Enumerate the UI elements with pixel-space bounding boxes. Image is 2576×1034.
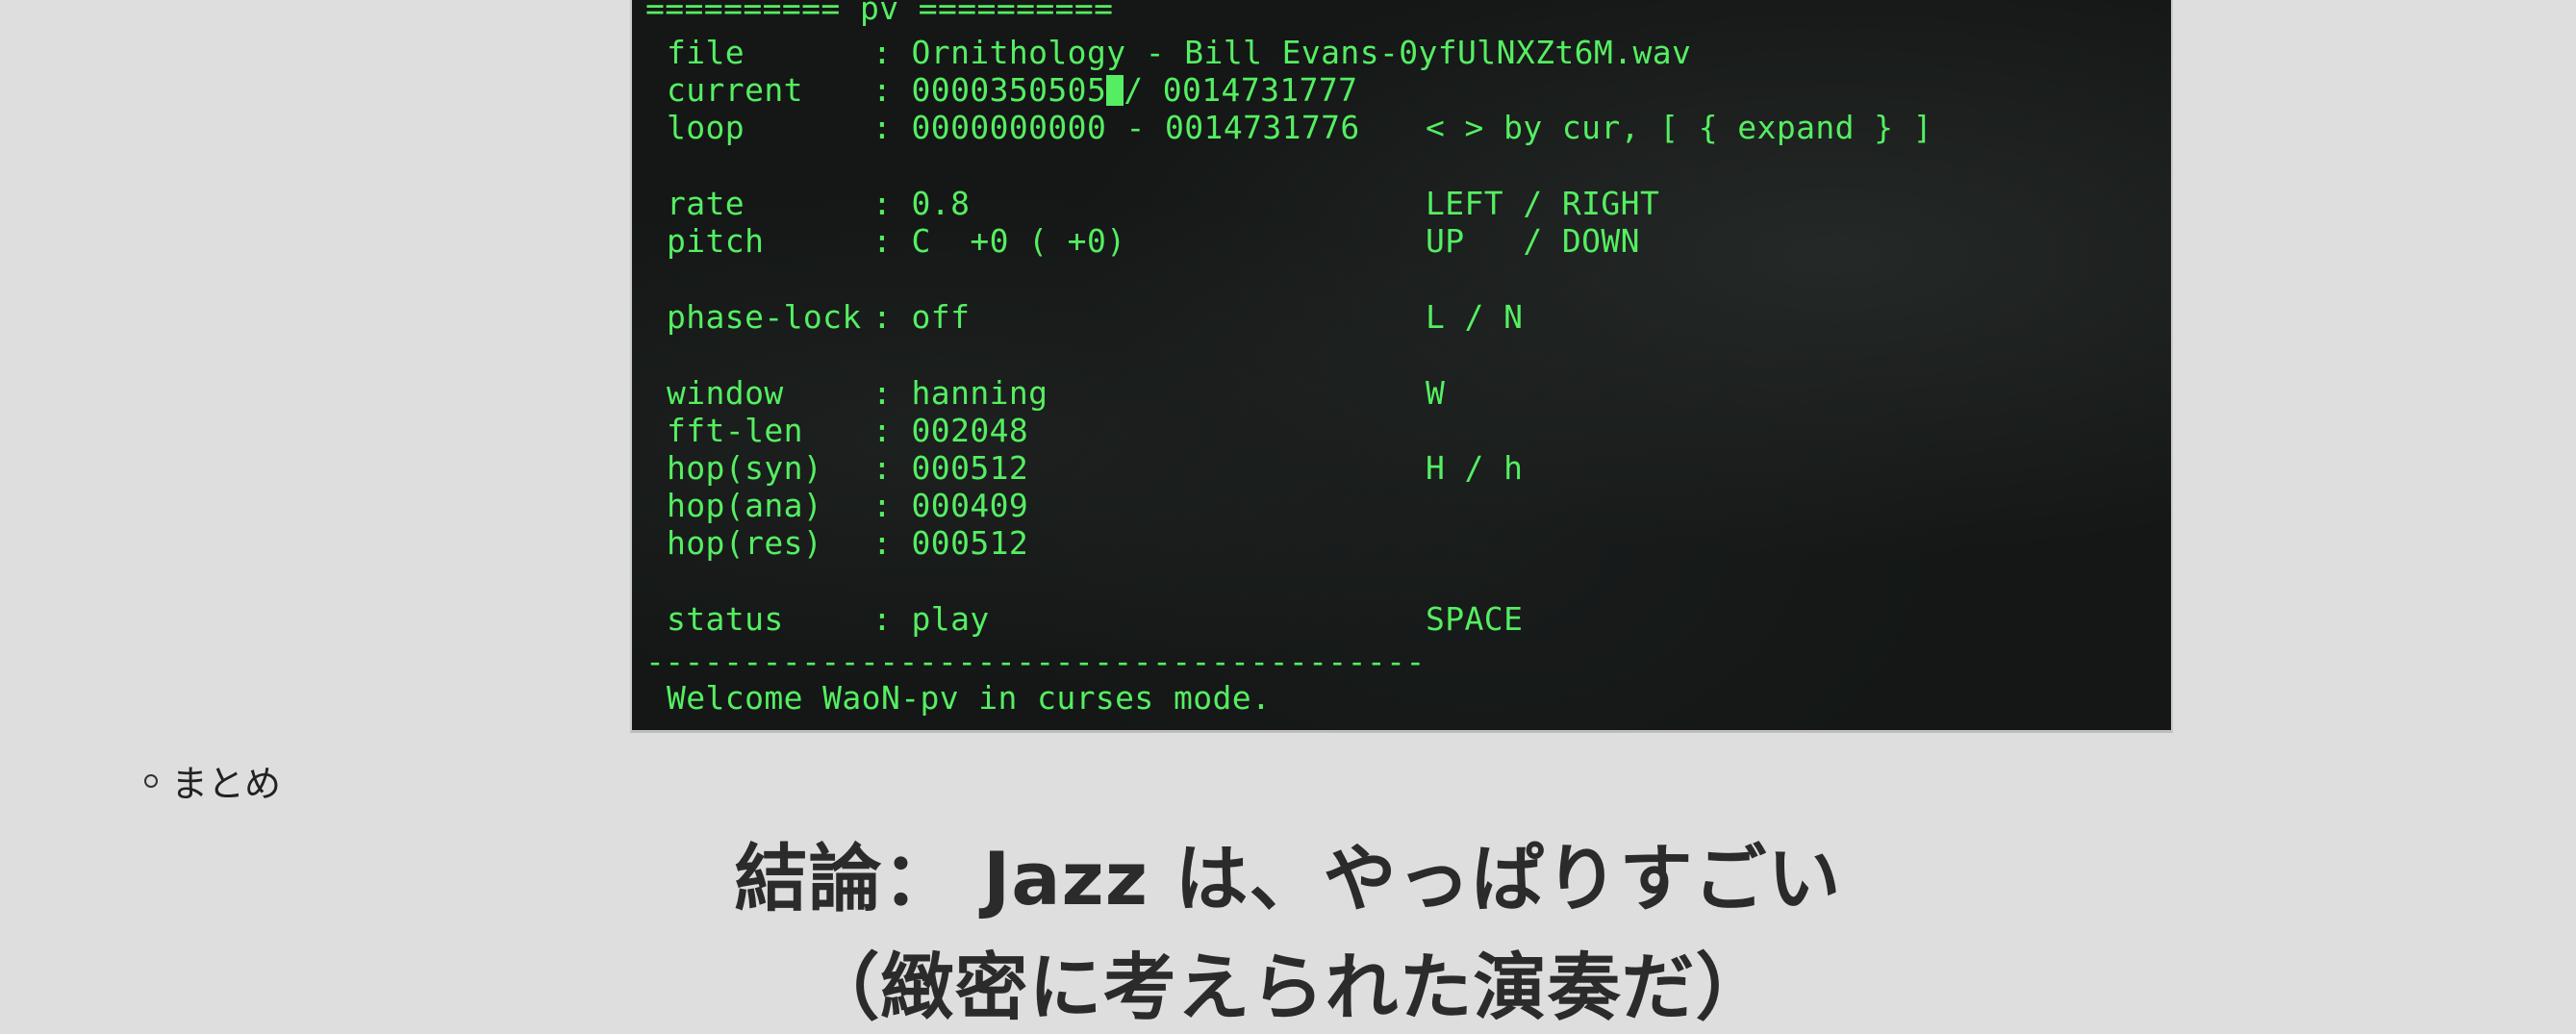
terminal-row-pitch: pitch : C +0 ( +0) <box>647 222 1125 260</box>
hint-status: SPACE <box>1426 600 1524 638</box>
terminal-row-hop-res: hop(res) : 000512 <box>647 524 1028 562</box>
row-value: : C +0 ( +0) <box>872 222 1126 260</box>
conclusion-line-2: （緻密に考えられた演奏だ） <box>806 945 1770 1030</box>
row-label: window <box>667 374 784 412</box>
row-value: : Ornithology - Bill Evans-0yfUlNXZt6M.w… <box>872 34 1692 71</box>
terminal-welcome: Welcome WaoN-pv in curses mode. <box>667 679 1272 717</box>
row-value: : 000512 <box>872 449 1029 487</box>
row-label: current <box>667 71 803 109</box>
terminal-row-hop-ana: hop(ana) : 000409 <box>647 487 1028 524</box>
terminal-row-loop: loop : 0000000000 - 0014731776 <box>647 109 1360 146</box>
terminal-row-status: status : play <box>647 600 990 638</box>
hint-phase-lock: L / N <box>1426 298 1524 336</box>
row-label: file <box>667 34 745 71</box>
row-value: : play <box>872 600 990 638</box>
row-label: fft-len <box>667 412 803 449</box>
summary-bullet-text: まとめ <box>171 763 282 805</box>
row-label: status <box>667 600 784 638</box>
terminal-header: ========== pv ========== <box>645 0 1114 27</box>
row-value: : 0000000000 - 0014731776 <box>872 109 1360 146</box>
hint-loop: < > by cur, [ { expand } ] <box>1426 109 1932 146</box>
row-value: : 000409 <box>872 487 1029 524</box>
terminal-row-rate: rate : 0.8 <box>647 185 970 222</box>
row-label: pitch <box>667 222 765 260</box>
terminal-row-phase-lock: phase-lock : off <box>647 298 970 336</box>
terminal-cursor <box>1106 75 1124 106</box>
row-label: hop(res) <box>667 524 823 562</box>
terminal-screenshot: ========== pv ========== file : Ornitholo… <box>630 0 2173 733</box>
terminal-row-fft-len: fft-len : 002048 <box>647 412 1028 449</box>
row-value: : 0.8 <box>872 185 971 222</box>
row-value: : 0000350505 <box>872 71 1107 109</box>
row-label: phase-lock <box>667 298 862 336</box>
summary-bullet: まとめ <box>144 754 281 807</box>
row-value: : 000512 <box>872 524 1029 562</box>
row-label: rate <box>667 185 745 222</box>
terminal-separator: ---------------------------------------- <box>645 643 1426 680</box>
terminal-row-hop-syn: hop(syn) : 000512 <box>647 449 1028 487</box>
terminal-row-current: current : 0000350505 / 0014731777 <box>647 71 1357 109</box>
hint-hop: H / h <box>1426 449 1524 487</box>
conclusion-line-1: 結論： Jazz は、やっぱりすごい <box>734 836 1842 921</box>
row-label: hop(ana) <box>667 487 823 524</box>
hint-rate: LEFT / RIGHT <box>1426 185 1660 222</box>
row-value: : off <box>872 298 971 336</box>
row-value: : hanning <box>872 374 1048 412</box>
hollow-bullet-icon <box>144 773 158 788</box>
row-label: loop <box>667 109 745 146</box>
row-value: : 002048 <box>872 412 1029 449</box>
row-value-total: / 0014731777 <box>1124 71 1358 109</box>
terminal-row-file: file : Ornithology - Bill Evans-0yfUlNXZt… <box>647 34 1691 71</box>
terminal-row-window: window : hanning <box>647 374 1048 412</box>
hint-pitch: UP / DOWN <box>1426 222 1640 260</box>
row-label: hop(syn) <box>667 449 823 487</box>
hint-window: W <box>1426 374 1446 412</box>
